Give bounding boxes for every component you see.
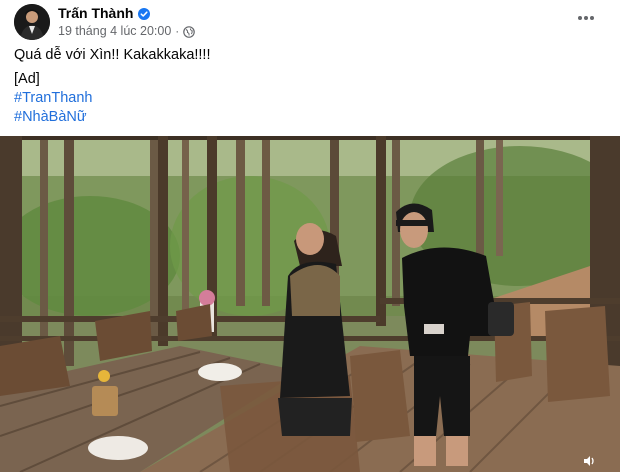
hashtag-nhabanu[interactable]: #NhàBàNữ	[14, 109, 87, 125]
meta-separator: ·	[175, 24, 180, 38]
post-caption: Quá dễ với Xìn!! Kakakkaka!!!!	[14, 47, 211, 63]
ad-tag: [Ad]	[14, 71, 40, 87]
volume-icon[interactable]	[582, 454, 596, 468]
post-meta: 19 tháng 4 lúc 20:00 ·	[58, 24, 196, 38]
post-timestamp[interactable]: 19 tháng 4 lúc 20:00	[58, 24, 171, 38]
globe-icon[interactable]	[183, 25, 196, 38]
post-photo[interactable]	[0, 136, 620, 472]
hashtag-tranthanh[interactable]: #TranThanh	[14, 90, 92, 106]
author-name[interactable]: Trấn Thành	[58, 5, 133, 21]
verified-badge-icon	[138, 7, 151, 20]
more-options-icon	[578, 16, 594, 20]
facebook-post: Trấn Thành 19 tháng 4 lúc 20:00 · Quá dễ…	[0, 0, 620, 472]
author-line: Trấn Thành	[58, 5, 151, 21]
author-avatar[interactable]	[14, 4, 50, 40]
more-options-button[interactable]	[574, 8, 598, 28]
